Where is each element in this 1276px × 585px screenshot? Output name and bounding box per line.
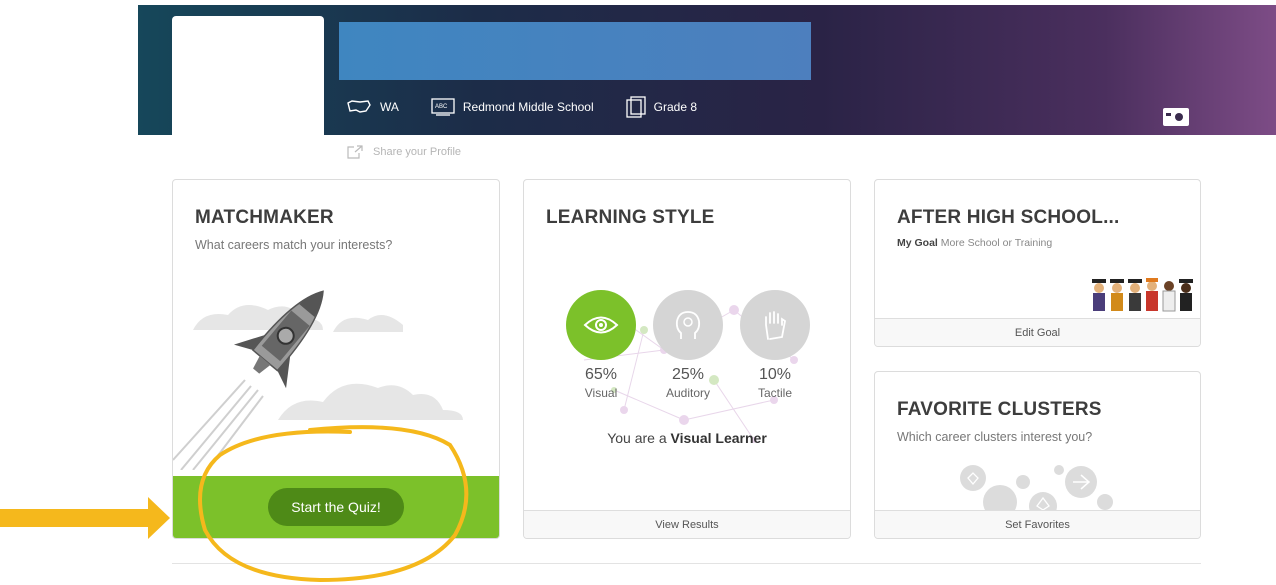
books-icon [625, 96, 646, 118]
auditory-percent: 25% [671, 366, 705, 383]
favorite-clusters-subtitle: Which career clusters interest you? [897, 430, 1093, 444]
share-icon [347, 145, 363, 159]
hand-icon [765, 311, 786, 340]
map-icon [347, 100, 371, 113]
svg-text:ABC: ABC [435, 104, 448, 110]
annotation-circle [198, 425, 469, 583]
clusters-illustration [960, 465, 1113, 512]
tactile-style-badge [740, 290, 810, 360]
auditory-style-badge [653, 290, 723, 360]
location-item: WA [346, 99, 399, 115]
learning-style-card: LEARNING STYLE 65% 25% 10% Visual Audito… [523, 179, 851, 539]
matchmaker-title: MATCHMAKER [195, 207, 334, 228]
auditory-label: Auditory [665, 386, 711, 400]
annotation-arrow [0, 497, 170, 539]
share-profile-link[interactable]: Share your Profile [347, 145, 461, 159]
profile-name-redacted [339, 22, 811, 80]
visual-percent: 65% [584, 366, 618, 383]
grade-label: Grade 8 [653, 100, 697, 114]
school-label: Redmond Middle School [462, 100, 594, 114]
favorite-clusters-title: FAVORITE CLUSTERS [897, 399, 1102, 420]
edit-goal-button[interactable]: Edit Goal [875, 318, 1200, 346]
matchmaker-subtitle: What careers match your interests? [195, 238, 393, 252]
avatar[interactable] [172, 16, 324, 170]
school-item: ABC Redmond Middle School [431, 98, 594, 116]
goal-value: More School or Training [940, 237, 1053, 249]
learning-style-result: You are a Visual Learner [524, 430, 850, 446]
result-style: Visual Learner [670, 430, 767, 446]
chalkboard-icon: ABC [431, 98, 455, 116]
visual-label: Visual [584, 386, 618, 400]
result-prefix: You are a [607, 430, 671, 446]
grade-item: Grade 8 [625, 96, 697, 118]
location-label: WA [380, 100, 399, 114]
goal-line: My Goal More School or Training [897, 237, 1052, 249]
view-results-button[interactable]: View Results [524, 510, 850, 538]
profile-meta: WA ABC Redmond Middle School Grade 8 [346, 95, 729, 119]
graduates-illustration [1092, 278, 1193, 312]
goal-label: My Goal [897, 237, 938, 249]
camera-icon[interactable] [1163, 108, 1189, 126]
after-high-school-card: AFTER HIGH SCHOOL... My Goal More School… [874, 179, 1201, 347]
tactile-percent: 10% [758, 366, 792, 383]
eye-icon [583, 316, 619, 334]
favorite-clusters-card: FAVORITE CLUSTERS Which career clusters … [874, 371, 1201, 539]
share-label: Share your Profile [373, 146, 462, 158]
head-icon [675, 311, 701, 339]
visual-style-badge [566, 290, 636, 360]
after-high-school-title: AFTER HIGH SCHOOL... [897, 207, 1120, 228]
learning-style-title: LEARNING STYLE [546, 207, 715, 228]
set-favorites-button[interactable]: Set Favorites [875, 510, 1200, 538]
tactile-label: Tactile [757, 386, 792, 400]
